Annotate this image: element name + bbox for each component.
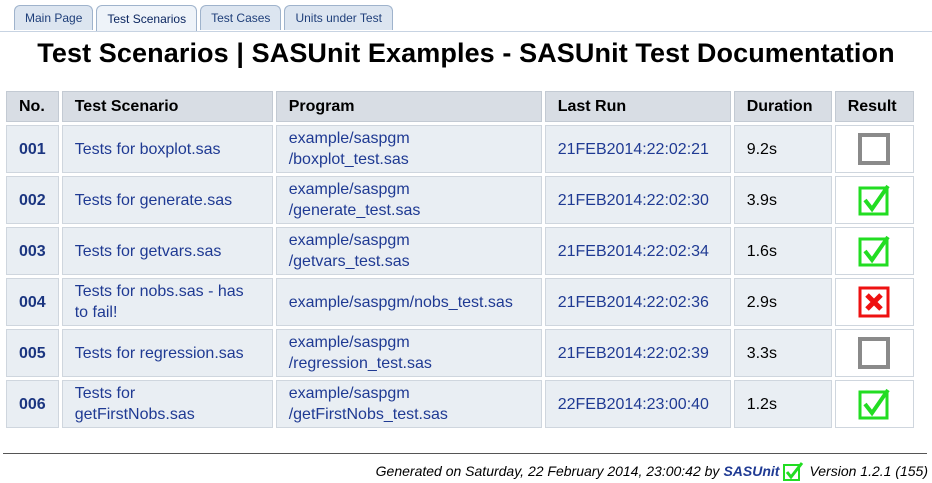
program-link[interactable]: example/saspgm/nobs_test.sas: [275, 278, 542, 326]
program-link[interactable]: example/saspgm/boxplot_test.sas: [275, 125, 542, 173]
table-row: 002 Tests for generate.sas example/saspgm /…: [6, 176, 914, 224]
scenario-number[interactable]: 003: [6, 227, 59, 275]
result-cell[interactable]: [834, 380, 914, 428]
scenario-name-link[interactable]: Tests for getvars.sas: [61, 227, 273, 275]
empty-box-icon: [858, 133, 891, 165]
last-run-link[interactable]: 21FEB2014:22:02:39: [544, 329, 731, 377]
program-link[interactable]: example/saspgm/getFirstNobs_test.sas: [275, 380, 542, 428]
scenario-number[interactable]: 006: [6, 380, 59, 428]
table-row: 001 Tests for boxplot.sas example/saspgm/b…: [6, 125, 914, 173]
green-check-icon: [858, 388, 890, 420]
tab-test-scenarios[interactable]: Test Scenarios: [96, 5, 198, 32]
tab-units-under-test[interactable]: Units under Test: [284, 5, 393, 30]
header-test-scenario[interactable]: Test Scenario: [61, 91, 273, 122]
table-row: 003 Tests for getvars.sas example/saspgm/g…: [6, 227, 914, 275]
scenario-name-link[interactable]: Tests for boxplot.sas: [61, 125, 273, 173]
sasunit-logo-icon: [783, 462, 804, 481]
table-row: 005 Tests for regression.sas example/saspg…: [6, 329, 914, 377]
duration-value: 9.2s: [733, 125, 832, 173]
sasunit-link[interactable]: SASUnit: [723, 463, 779, 479]
scenario-number[interactable]: 005: [6, 329, 59, 377]
duration-value: 1.6s: [733, 227, 832, 275]
header-duration[interactable]: Duration: [733, 91, 832, 122]
tab-test-cases[interactable]: Test Cases: [200, 5, 282, 30]
program-link[interactable]: example/saspgm/regression_test.sas: [275, 329, 542, 377]
result-cell[interactable]: [834, 125, 914, 173]
scenario-name-link[interactable]: Tests for nobs.sas - has to fail!: [61, 278, 273, 326]
last-run-link[interactable]: 22FEB2014:23:00:40: [544, 380, 731, 428]
duration-value: 2.9s: [733, 278, 832, 326]
last-run-link[interactable]: 21FEB2014:22:02:30: [544, 176, 731, 224]
scenario-number[interactable]: 001: [6, 125, 59, 173]
last-run-link[interactable]: 21FEB2014:22:02:21: [544, 125, 731, 173]
header-last-run[interactable]: Last Run: [544, 91, 731, 122]
tab-main-page[interactable]: Main Page: [14, 5, 94, 30]
result-cell[interactable]: [834, 278, 914, 326]
scenario-name-link[interactable]: Tests for getFirstNobs.sas: [61, 380, 273, 428]
duration-value: 3.3s: [733, 329, 832, 377]
program-link[interactable]: example/saspgm/generate_test.sas: [275, 176, 542, 224]
scenarios-table: No. Test Scenario Program Last Run Durat…: [3, 88, 917, 431]
tab-divider: [0, 31, 932, 32]
green-check-icon: [858, 235, 890, 267]
last-run-link[interactable]: 21FEB2014:22:02:34: [544, 227, 731, 275]
footer: Generated on Saturday, 22 February 2014,…: [376, 461, 928, 481]
duration-value: 1.2s: [733, 380, 832, 428]
tab-bar: Main Page Test Scenarios Test Cases Unit…: [14, 5, 393, 32]
last-run-link[interactable]: 21FEB2014:22:02:36: [544, 278, 731, 326]
duration-value: 3.9s: [733, 176, 832, 224]
scenario-name-link[interactable]: Tests for regression.sas: [61, 329, 273, 377]
footer-generated-text: Generated on Saturday, 22 February 2014,…: [375, 463, 720, 479]
result-cell[interactable]: [834, 176, 914, 224]
program-link[interactable]: example/saspgm/getvars_test.sas: [275, 227, 542, 275]
header-program[interactable]: Program: [275, 91, 542, 122]
header-result[interactable]: Result: [834, 91, 914, 122]
scenario-number[interactable]: 004: [6, 278, 59, 326]
footer-divider: [3, 453, 927, 454]
red-x-icon: [858, 286, 890, 318]
scenario-name-link[interactable]: Tests for generate.sas: [61, 176, 273, 224]
page-title: Test Scenarios | SASUnit Examples - SASU…: [37, 38, 895, 68]
table-header-row: No. Test Scenario Program Last Run Durat…: [6, 91, 914, 122]
green-check-icon: [858, 184, 890, 216]
table-row: 006 Tests for getFirstNobs.sas example/sasp…: [6, 380, 914, 428]
scenario-number[interactable]: 002: [6, 176, 59, 224]
header-no[interactable]: No.: [6, 91, 59, 122]
empty-box-icon: [858, 337, 891, 369]
footer-version: Version 1.2.1 (155): [809, 463, 928, 479]
result-cell[interactable]: [834, 329, 914, 377]
table-row: 004 Tests for nobs.sas - has to fail! examp…: [6, 278, 914, 326]
result-cell[interactable]: [834, 227, 914, 275]
